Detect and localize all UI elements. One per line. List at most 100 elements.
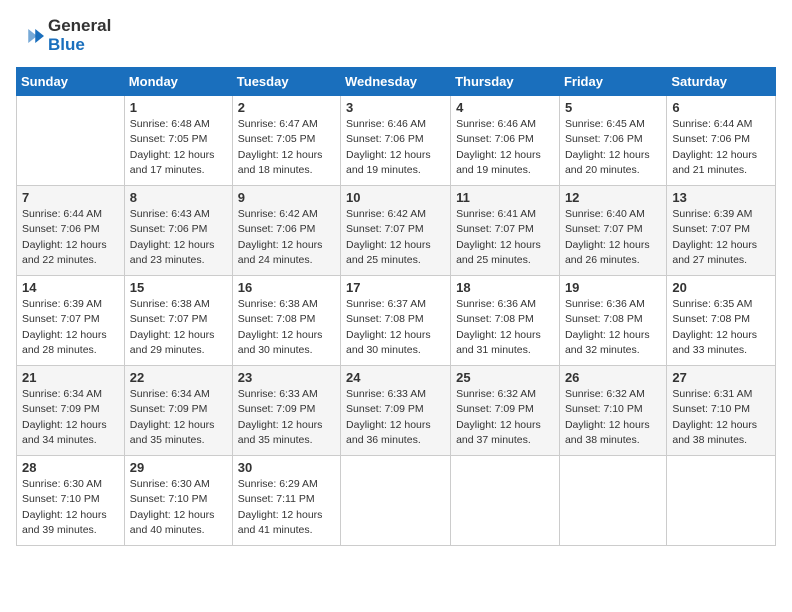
- calendar-cell: 2 Sunrise: 6:47 AMSunset: 7:05 PMDayligh…: [232, 96, 340, 186]
- day-number: 13: [672, 190, 770, 205]
- day-info: Sunrise: 6:29 AMSunset: 7:11 PMDaylight:…: [238, 477, 335, 538]
- calendar-cell: 1 Sunrise: 6:48 AMSunset: 7:05 PMDayligh…: [124, 96, 232, 186]
- logo-text: General Blue: [48, 16, 111, 55]
- calendar-cell: [451, 456, 560, 546]
- day-number: 26: [565, 370, 661, 385]
- calendar-cell: 15 Sunrise: 6:38 AMSunset: 7:07 PMDaylig…: [124, 276, 232, 366]
- header-day-saturday: Saturday: [667, 68, 776, 96]
- day-number: 2: [238, 100, 335, 115]
- calendar-cell: 19 Sunrise: 6:36 AMSunset: 7:08 PMDaylig…: [559, 276, 666, 366]
- day-info: Sunrise: 6:42 AMSunset: 7:07 PMDaylight:…: [346, 207, 445, 268]
- day-number: 21: [22, 370, 119, 385]
- calendar-cell: 5 Sunrise: 6:45 AMSunset: 7:06 PMDayligh…: [559, 96, 666, 186]
- header-day-friday: Friday: [559, 68, 666, 96]
- calendar-cell: 23 Sunrise: 6:33 AMSunset: 7:09 PMDaylig…: [232, 366, 340, 456]
- day-info: Sunrise: 6:35 AMSunset: 7:08 PMDaylight:…: [672, 297, 770, 358]
- day-number: 19: [565, 280, 661, 295]
- day-info: Sunrise: 6:41 AMSunset: 7:07 PMDaylight:…: [456, 207, 554, 268]
- calendar-cell: 27 Sunrise: 6:31 AMSunset: 7:10 PMDaylig…: [667, 366, 776, 456]
- calendar-cell: 26 Sunrise: 6:32 AMSunset: 7:10 PMDaylig…: [559, 366, 666, 456]
- calendar-cell: 11 Sunrise: 6:41 AMSunset: 7:07 PMDaylig…: [451, 186, 560, 276]
- calendar-cell: 14 Sunrise: 6:39 AMSunset: 7:07 PMDaylig…: [17, 276, 125, 366]
- day-number: 15: [130, 280, 227, 295]
- calendar-cell: 6 Sunrise: 6:44 AMSunset: 7:06 PMDayligh…: [667, 96, 776, 186]
- calendar-cell: 30 Sunrise: 6:29 AMSunset: 7:11 PMDaylig…: [232, 456, 340, 546]
- day-number: 20: [672, 280, 770, 295]
- header-day-tuesday: Tuesday: [232, 68, 340, 96]
- day-info: Sunrise: 6:36 AMSunset: 7:08 PMDaylight:…: [565, 297, 661, 358]
- calendar-cell: 18 Sunrise: 6:36 AMSunset: 7:08 PMDaylig…: [451, 276, 560, 366]
- calendar-table: SundayMondayTuesdayWednesdayThursdayFrid…: [16, 67, 776, 546]
- day-number: 24: [346, 370, 445, 385]
- calendar-week-2: 7 Sunrise: 6:44 AMSunset: 7:06 PMDayligh…: [17, 186, 776, 276]
- header-day-sunday: Sunday: [17, 68, 125, 96]
- day-number: 4: [456, 100, 554, 115]
- day-number: 29: [130, 460, 227, 475]
- header-day-monday: Monday: [124, 68, 232, 96]
- calendar-cell: 7 Sunrise: 6:44 AMSunset: 7:06 PMDayligh…: [17, 186, 125, 276]
- day-number: 30: [238, 460, 335, 475]
- calendar-week-1: 1 Sunrise: 6:48 AMSunset: 7:05 PMDayligh…: [17, 96, 776, 186]
- day-number: 27: [672, 370, 770, 385]
- calendar-cell: 13 Sunrise: 6:39 AMSunset: 7:07 PMDaylig…: [667, 186, 776, 276]
- calendar-cell: 20 Sunrise: 6:35 AMSunset: 7:08 PMDaylig…: [667, 276, 776, 366]
- day-number: 10: [346, 190, 445, 205]
- calendar-cell: 3 Sunrise: 6:46 AMSunset: 7:06 PMDayligh…: [341, 96, 451, 186]
- day-info: Sunrise: 6:44 AMSunset: 7:06 PMDaylight:…: [672, 117, 770, 178]
- day-number: 6: [672, 100, 770, 115]
- calendar-cell: 10 Sunrise: 6:42 AMSunset: 7:07 PMDaylig…: [341, 186, 451, 276]
- day-number: 11: [456, 190, 554, 205]
- calendar-cell: [341, 456, 451, 546]
- day-number: 14: [22, 280, 119, 295]
- day-number: 12: [565, 190, 661, 205]
- day-info: Sunrise: 6:37 AMSunset: 7:08 PMDaylight:…: [346, 297, 445, 358]
- calendar-cell: 8 Sunrise: 6:43 AMSunset: 7:06 PMDayligh…: [124, 186, 232, 276]
- calendar-cell: 17 Sunrise: 6:37 AMSunset: 7:08 PMDaylig…: [341, 276, 451, 366]
- header-row: SundayMondayTuesdayWednesdayThursdayFrid…: [17, 68, 776, 96]
- day-number: 7: [22, 190, 119, 205]
- day-number: 25: [456, 370, 554, 385]
- day-info: Sunrise: 6:33 AMSunset: 7:09 PMDaylight:…: [238, 387, 335, 448]
- day-info: Sunrise: 6:39 AMSunset: 7:07 PMDaylight:…: [22, 297, 119, 358]
- day-info: Sunrise: 6:46 AMSunset: 7:06 PMDaylight:…: [346, 117, 445, 178]
- day-number: 17: [346, 280, 445, 295]
- day-info: Sunrise: 6:43 AMSunset: 7:06 PMDaylight:…: [130, 207, 227, 268]
- calendar-cell: 25 Sunrise: 6:32 AMSunset: 7:09 PMDaylig…: [451, 366, 560, 456]
- day-info: Sunrise: 6:36 AMSunset: 7:08 PMDaylight:…: [456, 297, 554, 358]
- day-info: Sunrise: 6:32 AMSunset: 7:10 PMDaylight:…: [565, 387, 661, 448]
- calendar-cell: 9 Sunrise: 6:42 AMSunset: 7:06 PMDayligh…: [232, 186, 340, 276]
- calendar-week-4: 21 Sunrise: 6:34 AMSunset: 7:09 PMDaylig…: [17, 366, 776, 456]
- calendar-week-5: 28 Sunrise: 6:30 AMSunset: 7:10 PMDaylig…: [17, 456, 776, 546]
- calendar-cell: 22 Sunrise: 6:34 AMSunset: 7:09 PMDaylig…: [124, 366, 232, 456]
- calendar-cell: 29 Sunrise: 6:30 AMSunset: 7:10 PMDaylig…: [124, 456, 232, 546]
- day-number: 5: [565, 100, 661, 115]
- calendar-body: 1 Sunrise: 6:48 AMSunset: 7:05 PMDayligh…: [17, 96, 776, 546]
- day-info: Sunrise: 6:39 AMSunset: 7:07 PMDaylight:…: [672, 207, 770, 268]
- day-info: Sunrise: 6:40 AMSunset: 7:07 PMDaylight:…: [565, 207, 661, 268]
- day-info: Sunrise: 6:32 AMSunset: 7:09 PMDaylight:…: [456, 387, 554, 448]
- day-number: 1: [130, 100, 227, 115]
- logo-icon: [16, 22, 44, 50]
- day-info: Sunrise: 6:47 AMSunset: 7:05 PMDaylight:…: [238, 117, 335, 178]
- day-info: Sunrise: 6:44 AMSunset: 7:06 PMDaylight:…: [22, 207, 119, 268]
- day-number: 22: [130, 370, 227, 385]
- page-header: General Blue: [16, 16, 776, 55]
- day-info: Sunrise: 6:34 AMSunset: 7:09 PMDaylight:…: [130, 387, 227, 448]
- day-info: Sunrise: 6:42 AMSunset: 7:06 PMDaylight:…: [238, 207, 335, 268]
- calendar-cell: [667, 456, 776, 546]
- day-number: 18: [456, 280, 554, 295]
- day-number: 28: [22, 460, 119, 475]
- day-info: Sunrise: 6:38 AMSunset: 7:07 PMDaylight:…: [130, 297, 227, 358]
- day-info: Sunrise: 6:38 AMSunset: 7:08 PMDaylight:…: [238, 297, 335, 358]
- day-info: Sunrise: 6:48 AMSunset: 7:05 PMDaylight:…: [130, 117, 227, 178]
- calendar-cell: 21 Sunrise: 6:34 AMSunset: 7:09 PMDaylig…: [17, 366, 125, 456]
- day-info: Sunrise: 6:30 AMSunset: 7:10 PMDaylight:…: [130, 477, 227, 538]
- day-info: Sunrise: 6:34 AMSunset: 7:09 PMDaylight:…: [22, 387, 119, 448]
- day-number: 8: [130, 190, 227, 205]
- day-info: Sunrise: 6:30 AMSunset: 7:10 PMDaylight:…: [22, 477, 119, 538]
- calendar-header: SundayMondayTuesdayWednesdayThursdayFrid…: [17, 68, 776, 96]
- calendar-cell: [559, 456, 666, 546]
- day-info: Sunrise: 6:33 AMSunset: 7:09 PMDaylight:…: [346, 387, 445, 448]
- header-day-thursday: Thursday: [451, 68, 560, 96]
- day-info: Sunrise: 6:46 AMSunset: 7:06 PMDaylight:…: [456, 117, 554, 178]
